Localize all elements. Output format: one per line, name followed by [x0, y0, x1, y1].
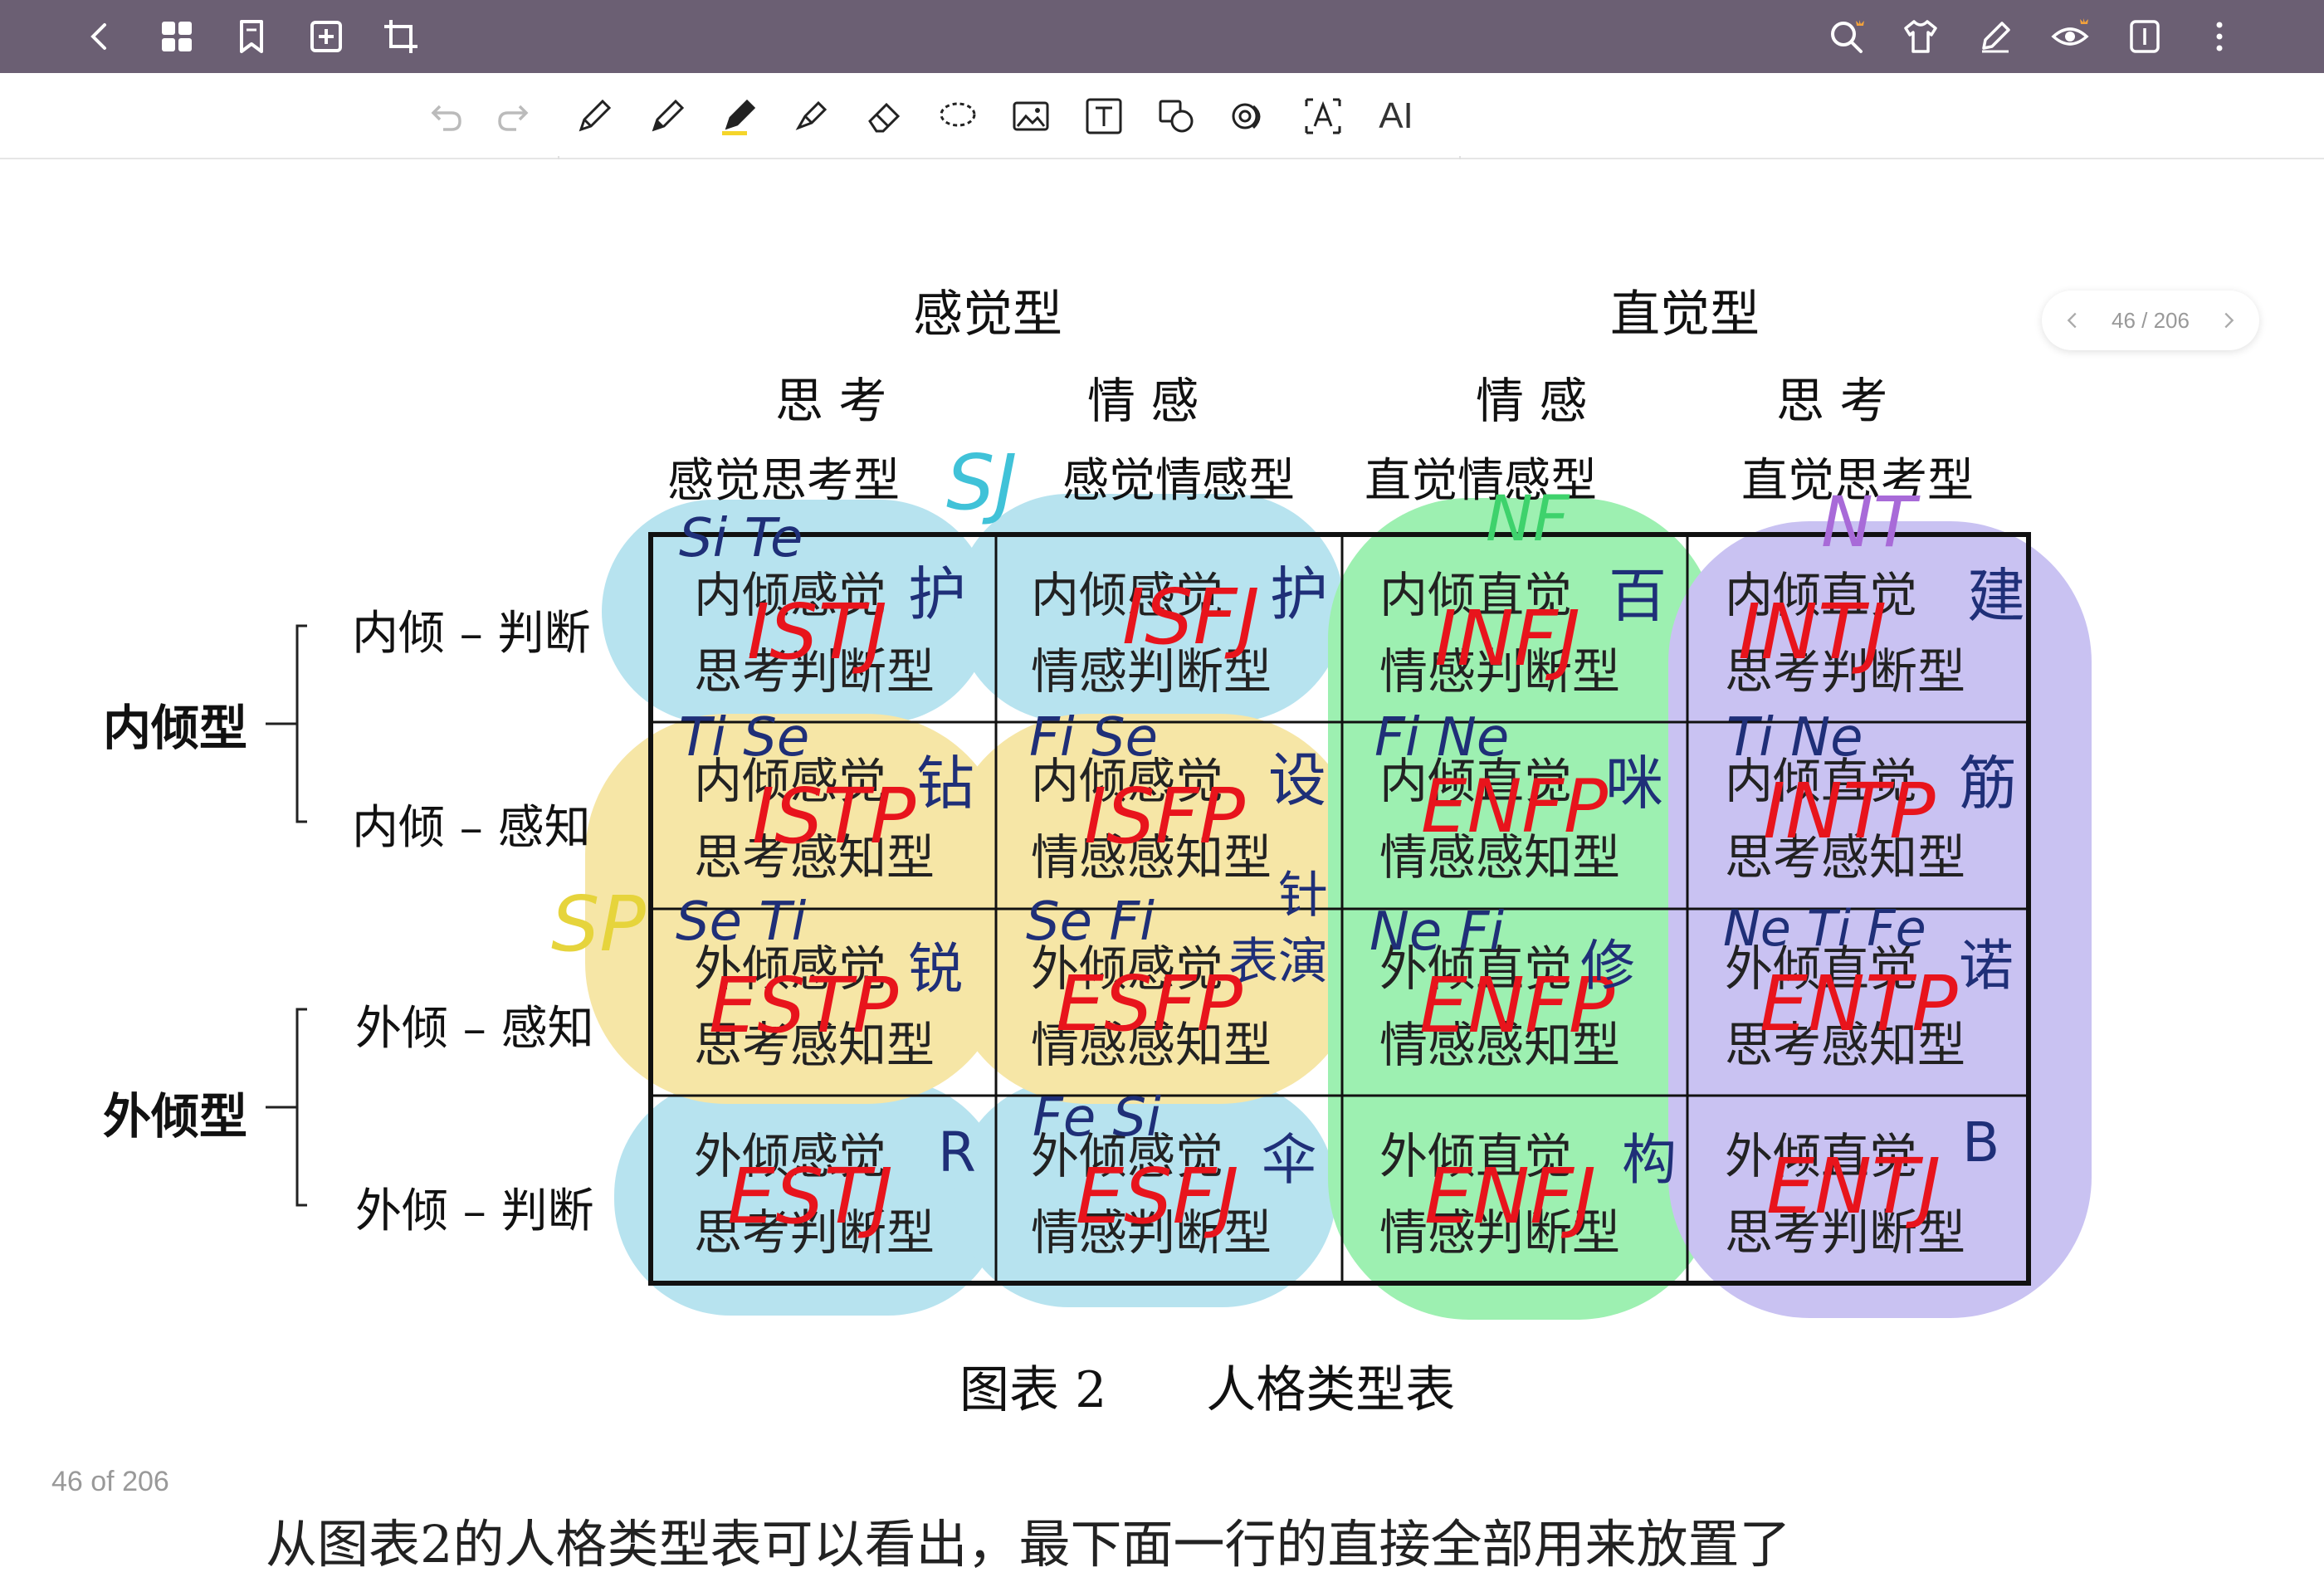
table-cell-line2: 思考感知型 — [1725, 1017, 1966, 1073]
table-cell-line2: 情感感知型 — [1379, 1017, 1621, 1073]
back-chevron-icon[interactable] — [75, 12, 124, 61]
pen-edit-icon[interactable] — [1970, 12, 2020, 61]
table-cell-line1: 外倾直觉 — [1379, 1128, 1573, 1184]
lasso-icon[interactable] — [931, 90, 984, 143]
table-cell-line1: 内倾直觉 — [1725, 753, 1918, 809]
translate-icon[interactable] — [1296, 90, 1350, 143]
search-icon[interactable] — [1821, 12, 1871, 61]
table-cell-line1: 外倾感觉 — [694, 940, 887, 997]
row-label: 外倾 – 判断 — [355, 1184, 594, 1238]
pencil-icon[interactable] — [641, 90, 694, 143]
figure-caption: 图表 2 人格类型表 — [959, 1361, 1456, 1419]
ocr-icon[interactable] — [1223, 90, 1277, 143]
header-intuition: 直觉型 — [1610, 286, 1760, 344]
table-cell-line1: 内倾感觉 — [1031, 753, 1224, 809]
table-cell-line1: 内倾直觉 — [1379, 753, 1573, 809]
table-cell-line1: 外倾直觉 — [1725, 940, 1918, 997]
undo-icon[interactable] — [420, 90, 473, 143]
crop-icon[interactable] — [376, 12, 426, 61]
table-cell-line1: 外倾感觉 — [1031, 1128, 1224, 1184]
marker-icon[interactable] — [785, 90, 838, 143]
grid-icon[interactable] — [152, 12, 202, 61]
text-icon[interactable] — [1077, 90, 1130, 143]
shape-icon[interactable] — [1150, 90, 1204, 143]
drawing-toolbar: 限免 AI — [0, 73, 2324, 222]
highlighter-icon[interactable] — [712, 90, 765, 143]
table-cell-line2: 情感判断型 — [1379, 1204, 1621, 1261]
more-icon[interactable] — [2195, 12, 2244, 61]
row-braces — [266, 624, 307, 1207]
table-cell-line1: 内倾感觉 — [694, 753, 887, 809]
next-page-icon[interactable] — [2216, 308, 2241, 333]
table-cell-line2: 思考感知型 — [1725, 829, 1966, 886]
table-cell-line1: 外倾直觉 — [1725, 1128, 1918, 1184]
page-pager: 46 / 206 — [2042, 290, 2259, 350]
table-cell-line1: 内倾直觉 — [1379, 567, 1573, 623]
table-cell-line2: 情感感知型 — [1031, 829, 1272, 886]
column-type-label: 感觉情感型 — [1062, 454, 1295, 508]
table-cell-line2: 情感判断型 — [1379, 643, 1621, 700]
table-cell-line1: 外倾直觉 — [1379, 940, 1573, 997]
top-app-bar — [0, 0, 2324, 73]
table-cell-line1: 内倾感觉 — [694, 567, 887, 623]
row-group-introvert: 内倾型 — [103, 700, 248, 756]
header-sensing: 感觉型 — [913, 286, 1062, 344]
page-view-icon[interactable] — [2120, 12, 2170, 61]
row-label: 内倾 – 判断 — [352, 607, 591, 661]
table-cell-line2: 情感感知型 — [1379, 829, 1621, 886]
table-cell-line2: 情感判断型 — [1031, 643, 1272, 700]
table-cell-line1: 外倾感觉 — [694, 1128, 887, 1184]
table-cell-line2: 情感判断型 — [1031, 1204, 1272, 1261]
table-cell-line1: 外倾感觉 — [1031, 940, 1224, 997]
table-cell-line2: 思考判断型 — [694, 1204, 935, 1261]
row-group-extravert: 外倾型 — [103, 1088, 248, 1145]
eraser-icon[interactable] — [858, 90, 911, 143]
subheader-thinking: 思 考 — [775, 373, 887, 429]
table-cell-line1: 内倾感觉 — [1031, 567, 1224, 623]
prev-page-icon[interactable] — [2060, 308, 2085, 333]
pen-icon[interactable] — [568, 90, 621, 143]
eye-icon[interactable] — [2045, 12, 2095, 61]
subheader-feeling: 情 感 — [1087, 373, 1199, 429]
column-type-label: 直觉思考型 — [1741, 454, 1974, 508]
page-number-label: 46 of 206 — [51, 1466, 169, 1497]
table-cell-line2: 思考判断型 — [1725, 1204, 1966, 1261]
redo-icon[interactable] — [486, 90, 540, 143]
body-text: 从图表2的人格类型表可以看出，最下面一行的直接全部用来放置了 — [266, 1514, 1791, 1575]
add-page-icon[interactable] — [301, 12, 351, 61]
column-type-label: 感觉思考型 — [667, 454, 900, 508]
row-label: 外倾 – 感知 — [355, 1002, 594, 1056]
table-cell-line2: 思考感知型 — [694, 1017, 935, 1073]
table-cell-line2: 情感感知型 — [1031, 1017, 1272, 1073]
table-cell-line1: 内倾直觉 — [1725, 567, 1918, 623]
shirt-icon[interactable] — [1896, 12, 1946, 61]
ai-button[interactable]: AI — [1370, 90, 1423, 143]
table-cell-line2: 思考感知型 — [694, 829, 935, 886]
page-indicator: 46 / 206 — [2112, 307, 2190, 333]
subheader-feeling: 情 感 — [1476, 373, 1588, 429]
column-type-label: 直觉情感型 — [1365, 454, 1597, 508]
subheader-thinking: 思 考 — [1776, 373, 1888, 429]
image-icon[interactable] — [1004, 90, 1057, 143]
bookmark-icon[interactable] — [227, 12, 276, 61]
table-cell-line2: 思考判断型 — [694, 643, 935, 700]
ai-label: AI — [1379, 95, 1413, 136]
table-cell-line2: 思考判断型 — [1725, 643, 1966, 700]
row-label: 内倾 – 感知 — [352, 801, 591, 855]
